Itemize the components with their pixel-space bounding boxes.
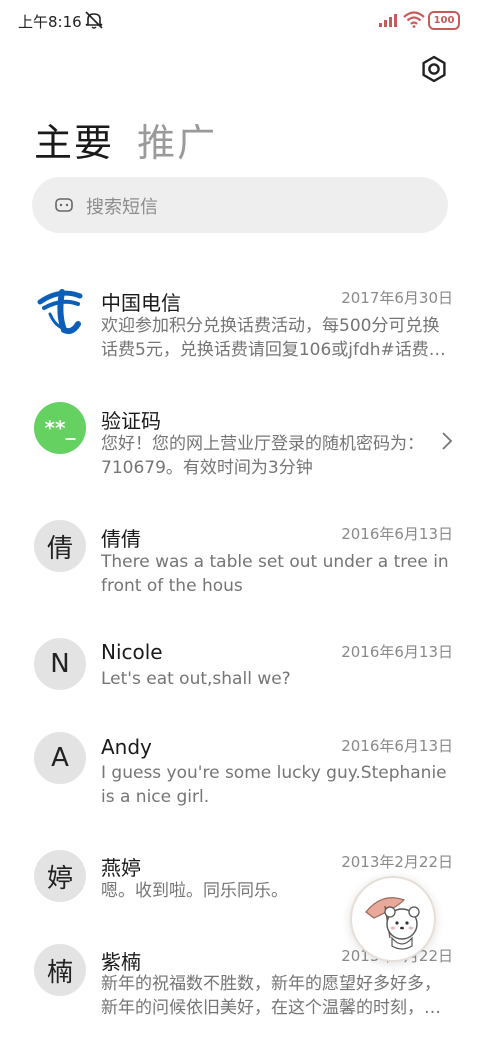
contact-name: 倩倩 bbox=[101, 527, 141, 551]
avatar: 倩 bbox=[34, 520, 86, 572]
settings-icon[interactable] bbox=[419, 54, 449, 84]
conversation-item[interactable]: A Andy 2016年6月13日 I guess you're some lu… bbox=[0, 718, 480, 828]
message-date: 2016年6月13日 bbox=[341, 737, 453, 755]
message-preview: Let's eat out,shall we? bbox=[101, 669, 291, 689]
search-input[interactable]: 搜索短信 bbox=[32, 177, 448, 233]
tab-promotion[interactable]: 推广 bbox=[137, 112, 217, 167]
compose-button[interactable] bbox=[350, 876, 436, 962]
signal-icon bbox=[379, 14, 397, 27]
battery-icon: 100 bbox=[428, 11, 460, 30]
wifi-icon bbox=[403, 11, 425, 28]
conversation-item[interactable]: N Nicole 2016年6月13日 Let's eat out,shall … bbox=[0, 624, 480, 714]
bear-sticker-icon bbox=[365, 897, 420, 950]
message-bubble-icon bbox=[55, 198, 73, 212]
status-bar: 上午8:16 100 bbox=[0, 0, 480, 42]
message-preview: 您好！您的网上营业厅登录的随机密码为：710679。有效时间为3分钟 bbox=[101, 434, 424, 478]
avatar: 楠 bbox=[34, 944, 86, 996]
message-preview: I guess you're some lucky guy.Stephanie … bbox=[101, 763, 447, 807]
message-preview: 欢迎参加积分兑换话费活动，每500分可兑换话费5元，兑换话费请回复106或jfd… bbox=[101, 316, 446, 360]
search-placeholder: 搜索短信 bbox=[86, 197, 158, 218]
message-date: 2013年2月22日 bbox=[341, 853, 453, 871]
message-preview: There was a table set out under a tree i… bbox=[101, 552, 449, 596]
message-date: 2017年6月30日 bbox=[341, 289, 453, 307]
avatar: **_ bbox=[34, 402, 86, 454]
status-time: 上午8:16 bbox=[18, 13, 82, 31]
avatar bbox=[34, 284, 86, 336]
conversation-item[interactable]: 倩 倩倩 2016年6月13日 There was a table set ou… bbox=[0, 506, 480, 616]
tab-bar: 主要 推广 bbox=[34, 112, 235, 168]
contact-name: 验证码 bbox=[101, 409, 161, 433]
conversation-item[interactable]: **_ 验证码 您好！您的网上营业厅登录的随机密码为：710679。有效时间为3… bbox=[0, 388, 480, 498]
contact-name: 紫楠 bbox=[101, 950, 141, 974]
china-telecom-logo-icon bbox=[37, 289, 83, 335]
avatar: N bbox=[34, 638, 86, 690]
tab-main[interactable]: 主要 bbox=[34, 112, 114, 167]
contact-name: 燕婷 bbox=[101, 856, 141, 880]
contact-name: Andy bbox=[101, 735, 152, 759]
avatar: A bbox=[34, 732, 86, 784]
message-date: 2016年6月13日 bbox=[341, 525, 453, 543]
conversation-item[interactable]: 中国电信 2017年6月30日 欢迎参加积分兑换话费活动，每500分可兑换话费5… bbox=[0, 270, 480, 380]
chevron-right-icon bbox=[442, 432, 453, 450]
contact-name: 中国电信 bbox=[101, 291, 181, 315]
mute-bell-icon bbox=[85, 11, 103, 29]
contact-name: Nicole bbox=[101, 640, 163, 664]
avatar: 婷 bbox=[34, 850, 86, 902]
message-preview: 新年的祝福数不胜数，新年的愿望好多好多，新年的问候依旧美好，在这个温馨的时刻，… bbox=[101, 974, 441, 1018]
message-date: 2016年6月13日 bbox=[341, 643, 453, 661]
